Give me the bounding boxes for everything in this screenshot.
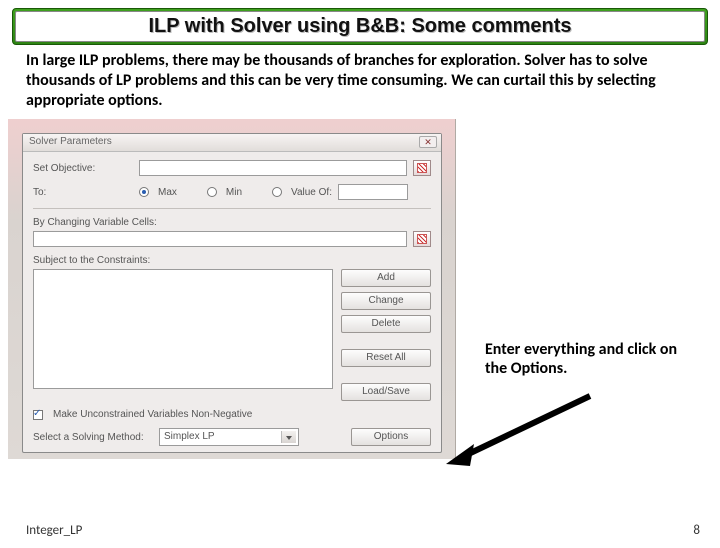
input-changing-cells[interactable] — [33, 231, 407, 247]
select-method[interactable]: Simplex LP — [159, 428, 299, 446]
label-set-objective: Set Objective: — [33, 163, 133, 174]
close-icon[interactable]: ✕ — [419, 136, 437, 148]
page-number: 8 — [693, 523, 700, 538]
label-nonneg: Make Unconstrained Variables Non-Negativ… — [53, 409, 252, 420]
radio-valueof[interactable] — [272, 187, 282, 197]
row-constraints: Add Change Delete Reset All Load/Save — [33, 269, 431, 401]
radio-max[interactable] — [139, 187, 149, 197]
row-changing — [33, 231, 431, 247]
add-button[interactable]: Add — [341, 269, 431, 287]
divider — [33, 208, 431, 209]
row-nonneg: Make Unconstrained Variables Non-Negativ… — [33, 409, 431, 420]
label-max: Max — [158, 187, 177, 198]
screenshot-backdrop: Solver Parameters ✕ Set Objective: To: M… — [8, 119, 456, 459]
constraint-buttons: Add Change Delete Reset All Load/Save — [341, 269, 431, 401]
change-button[interactable]: Change — [341, 292, 431, 310]
annotation-text: Enter everything and click on the Option… — [485, 340, 695, 378]
solver-parameters-dialog: Solver Parameters ✕ Set Objective: To: M… — [22, 133, 442, 453]
dialog-titlebar: Solver Parameters ✕ — [23, 134, 441, 152]
row-method: Select a Solving Method: Simplex LP Opti… — [33, 428, 431, 446]
delete-button[interactable]: Delete — [341, 315, 431, 333]
select-method-value: Simplex LP — [164, 431, 215, 442]
slide-title-banner: ILP with Solver using B&B: Some comments — [12, 8, 708, 45]
dialog-title-text: Solver Parameters — [29, 136, 112, 147]
row-to: To: Max Min Value Of: — [33, 184, 431, 200]
checkbox-nonneg[interactable] — [33, 410, 43, 420]
label-min: Min — [226, 187, 242, 198]
load-save-button[interactable]: Load/Save — [341, 383, 431, 401]
constraints-listbox[interactable] — [33, 269, 333, 389]
reset-all-button[interactable]: Reset All — [341, 349, 431, 367]
input-objective[interactable] — [139, 160, 407, 176]
label-to: To: — [33, 187, 133, 198]
row-objective: Set Objective: — [33, 160, 431, 176]
input-valueof[interactable] — [338, 184, 408, 200]
range-picker-icon[interactable] — [413, 231, 431, 247]
label-valueof: Value Of: — [291, 187, 332, 198]
body-paragraph: In large ILP problems, there may be thou… — [26, 51, 694, 111]
range-picker-icon[interactable] — [413, 160, 431, 176]
slide-title: ILP with Solver using B&B: Some comments — [15, 11, 705, 42]
radio-min[interactable] — [207, 187, 217, 197]
footer-left: Integer_LP — [26, 523, 82, 538]
dialog-body: Set Objective: To: Max Min Value Of: By … — [23, 152, 441, 462]
slide-title-text: ILP with Solver using B&B: Some comments — [148, 15, 571, 37]
label-changing: By Changing Variable Cells: — [33, 217, 431, 228]
label-subject: Subject to the Constraints: — [33, 255, 431, 266]
arrow-icon — [440, 378, 620, 478]
label-method: Select a Solving Method: — [33, 432, 153, 443]
options-button[interactable]: Options — [351, 428, 431, 446]
